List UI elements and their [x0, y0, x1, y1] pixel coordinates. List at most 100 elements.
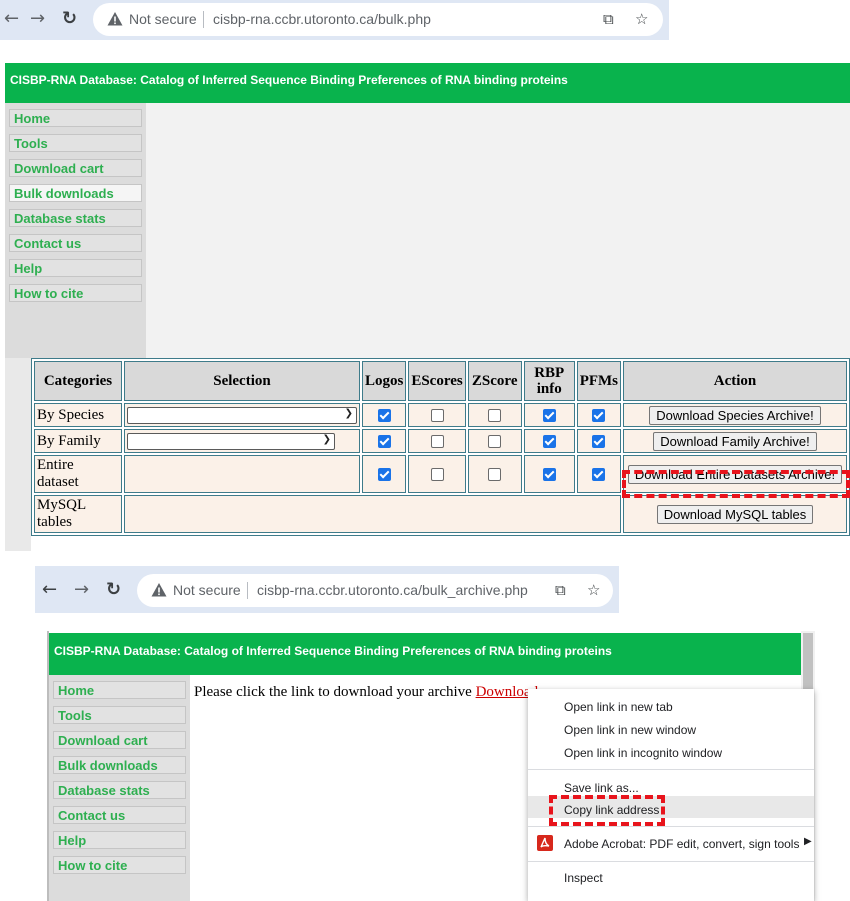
- url-text[interactable]: cisbp-rna.ccbr.utoronto.ca/bulk_archive.…: [257, 582, 528, 598]
- address-bar-2[interactable]: Not secure cisbp-rna.ccbr.utoronto.ca/bu…: [137, 574, 613, 607]
- bookmark-star-icon[interactable]: ☆: [635, 10, 648, 28]
- forward-icon[interactable]: →: [30, 9, 45, 29]
- browser-toolbar-2: ← → ↻ Not secure cisbp-rna.ccbr.utoronto…: [35, 566, 619, 613]
- category-line-1: MySQL: [37, 497, 87, 513]
- bulk-download-table: Categories Selection Logos EScores ZScor…: [31, 358, 850, 536]
- chevron-down-icon: ❯: [322, 433, 331, 445]
- rbp-info-checkbox[interactable]: [542, 434, 556, 448]
- logos-checkbox[interactable]: [377, 408, 391, 422]
- archive-message-text: Please click the link to download your a…: [194, 684, 472, 700]
- menu-item-open-new-tab[interactable]: Open link in new tab: [564, 700, 673, 714]
- share-icon[interactable]: ⧉: [603, 10, 614, 28]
- url-text[interactable]: cisbp-rna.ccbr.utoronto.ca/bulk.php: [213, 11, 431, 27]
- sidebar-item-how-to-cite[interactable]: How to cite: [53, 856, 186, 874]
- sidebar: Home Tools Download cart Bulk downloads …: [5, 103, 146, 358]
- reload-icon[interactable]: ↻: [62, 9, 77, 29]
- escores-cell: [408, 429, 466, 453]
- sidebar-2: Home Tools Download cart Bulk downloads …: [49, 675, 190, 901]
- highlight-copy-link-address: [549, 795, 665, 826]
- chevron-down-icon: ❯: [344, 407, 353, 419]
- back-icon[interactable]: ←: [4, 9, 19, 29]
- zscore-checkbox[interactable]: [488, 408, 502, 422]
- sidebar-item-tools[interactable]: Tools: [9, 134, 142, 152]
- logos-checkbox[interactable]: [377, 434, 391, 448]
- logos-checkbox[interactable]: [377, 467, 391, 481]
- menu-item-open-new-window[interactable]: Open link in new window: [564, 723, 696, 737]
- action-cell: Download Family Archive!: [623, 429, 847, 453]
- address-divider: [247, 582, 248, 599]
- logos-cell: [361, 403, 407, 427]
- header-action: Action: [623, 361, 847, 401]
- header-logos: Logos: [361, 361, 407, 401]
- site-banner: CISBP-RNA Database: Catalog of Inferred …: [5, 63, 850, 103]
- action-cell: Download MySQL tables: [623, 495, 847, 533]
- escores-checkbox[interactable]: [430, 408, 444, 422]
- menu-item-adobe-acrobat[interactable]: Adobe Acrobat: PDF edit, convert, sign t…: [564, 837, 799, 851]
- zscore-cell: [467, 403, 522, 427]
- empty-cell: [123, 495, 622, 533]
- zscore-checkbox[interactable]: [488, 467, 502, 481]
- table-row: MySQL tables Download MySQL tables: [34, 495, 847, 533]
- address-bar[interactable]: Not secure cisbp-rna.ccbr.utoronto.ca/bu…: [93, 3, 663, 36]
- sidebar-item-bulk-downloads[interactable]: Bulk downloads: [53, 756, 186, 774]
- sidebar-item-help[interactable]: Help: [9, 259, 142, 277]
- logos-cell: [361, 455, 407, 493]
- warning-icon: [151, 583, 167, 597]
- rbp-info-checkbox[interactable]: [542, 467, 556, 481]
- species-select[interactable]: ❯: [126, 406, 357, 424]
- sidebar-item-download-cart[interactable]: Download cart: [9, 159, 142, 177]
- archive-message: Please click the link to download your a…: [194, 684, 538, 701]
- sidebar-item-home[interactable]: Home: [9, 109, 142, 127]
- bookmark-star-icon[interactable]: ☆: [587, 581, 600, 599]
- pfms-cell: [576, 429, 622, 453]
- forward-icon[interactable]: →: [74, 580, 89, 600]
- sidebar-item-tools[interactable]: Tools: [53, 706, 186, 724]
- menu-item-save-link-as[interactable]: Save link as...: [564, 781, 639, 795]
- sidebar-item-database-stats[interactable]: Database stats: [53, 781, 186, 799]
- warning-icon: [107, 12, 123, 26]
- pfms-checkbox[interactable]: [592, 434, 606, 448]
- sidebar-item-database-stats[interactable]: Database stats: [9, 209, 142, 227]
- site-banner-2: CISBP-RNA Database: Catalog of Inferred …: [49, 633, 801, 675]
- zscore-checkbox[interactable]: [488, 434, 502, 448]
- escores-cell: [408, 403, 466, 427]
- sidebar-item-bulk-downloads[interactable]: Bulk downloads: [9, 184, 142, 202]
- browser-toolbar: ← → ↻ Not secure cisbp-rna.ccbr.utoronto…: [0, 0, 669, 40]
- sidebar-item-home[interactable]: Home: [53, 681, 186, 699]
- main-content-area: [146, 103, 850, 358]
- escores-checkbox[interactable]: [430, 434, 444, 448]
- menu-item-inspect[interactable]: Inspect: [564, 871, 603, 885]
- header-pfms: PFMs: [576, 361, 622, 401]
- escores-checkbox[interactable]: [430, 467, 444, 481]
- share-icon[interactable]: ⧉: [555, 581, 566, 599]
- category-cell: MySQL tables: [34, 495, 122, 533]
- download-mysql-button[interactable]: Download MySQL tables: [656, 504, 814, 524]
- sidebar-item-help[interactable]: Help: [53, 831, 186, 849]
- zscore-cell: [467, 455, 522, 493]
- site-title: CISBP-RNA Database: Catalog of Inferred …: [10, 73, 568, 87]
- menu-divider: [528, 769, 814, 770]
- menu-item-open-incognito[interactable]: Open link in incognito window: [564, 746, 722, 760]
- pfms-checkbox[interactable]: [592, 467, 606, 481]
- selection-cell: [123, 455, 360, 493]
- download-family-button[interactable]: Download Family Archive!: [653, 431, 817, 451]
- address-divider: [203, 11, 204, 28]
- scrollbar-thumb[interactable]: [803, 633, 813, 691]
- category-cell: By Family: [34, 429, 122, 453]
- pfms-checkbox[interactable]: [592, 408, 606, 422]
- sidebar-item-contact-us[interactable]: Contact us: [53, 806, 186, 824]
- sidebar-item-contact-us[interactable]: Contact us: [9, 234, 142, 252]
- category-line-2: dataset: [37, 474, 79, 490]
- reload-icon[interactable]: ↻: [106, 580, 121, 600]
- table-header-row: Categories Selection Logos EScores ZScor…: [34, 361, 847, 401]
- sidebar-item-download-cart[interactable]: Download cart: [53, 731, 186, 749]
- header-zscore: ZScore: [467, 361, 522, 401]
- download-species-button[interactable]: Download Species Archive!: [649, 405, 821, 425]
- sidebar-item-how-to-cite[interactable]: How to cite: [9, 284, 142, 302]
- family-select[interactable]: ❯: [126, 432, 335, 450]
- rbp-info-cell: [523, 455, 575, 493]
- header-escores: EScores: [408, 361, 466, 401]
- header-info-label: info: [536, 381, 562, 397]
- rbp-info-checkbox[interactable]: [542, 408, 556, 422]
- back-icon[interactable]: ←: [42, 580, 57, 600]
